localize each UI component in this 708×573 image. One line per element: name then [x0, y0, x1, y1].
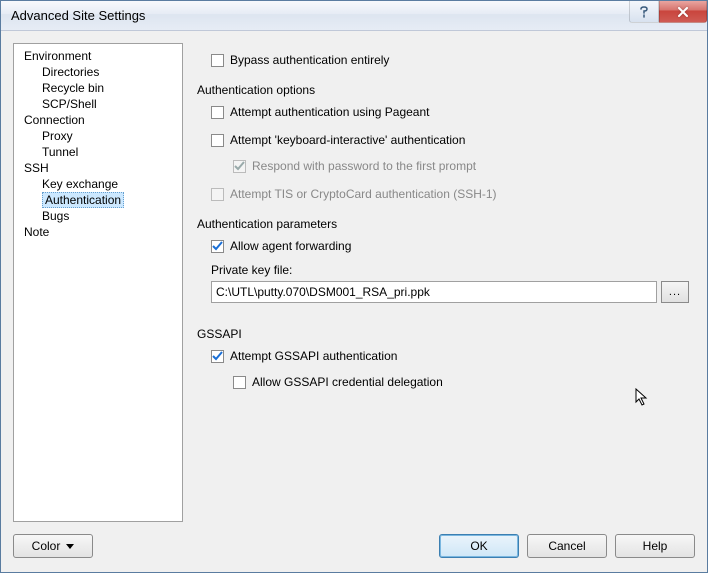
- kbi-label: Attempt 'keyboard-interactive' authentic…: [230, 133, 465, 147]
- agent-fwd-row: Allow agent forwarding: [211, 237, 689, 255]
- tree-item-recycle[interactable]: Recycle bin: [16, 80, 180, 96]
- titlebar: Advanced Site Settings: [1, 1, 707, 31]
- dialog-body: Environment Directories Recycle bin SCP/…: [1, 31, 707, 572]
- color-button-label: Color: [32, 539, 61, 553]
- kbi-row: Attempt 'keyboard-interactive' authentic…: [211, 131, 689, 149]
- dialog-window: Advanced Site Settings Environment Direc…: [0, 0, 708, 573]
- auth-params-group: Authentication parameters Allow agent fo…: [197, 217, 689, 303]
- private-key-input[interactable]: [211, 281, 657, 303]
- tree-item-kex[interactable]: Key exchange: [16, 176, 180, 192]
- caret-down-icon: [66, 544, 74, 549]
- tis-row: Attempt TIS or CryptoCard authentication…: [211, 185, 689, 203]
- help-button[interactable]: Help: [615, 534, 695, 558]
- tis-checkbox: [211, 188, 224, 201]
- tree-item-scp[interactable]: SCP/Shell: [16, 96, 180, 112]
- respond-label: Respond with password to the first promp…: [252, 159, 476, 173]
- pk-input-row: ...: [211, 281, 689, 303]
- bypass-row: Bypass authentication entirely: [197, 51, 689, 69]
- tis-label: Attempt TIS or CryptoCard authentication…: [230, 187, 497, 201]
- tree-item-environment[interactable]: Environment: [16, 48, 180, 64]
- tree-item-note[interactable]: Note: [16, 224, 180, 240]
- cancel-button[interactable]: Cancel: [527, 534, 607, 558]
- pageant-row: Attempt authentication using Pageant: [211, 103, 689, 121]
- browse-button[interactable]: ...: [661, 281, 689, 303]
- tree-item-tunnel[interactable]: Tunnel: [16, 144, 180, 160]
- pk-label: Private key file:: [211, 263, 689, 277]
- ok-button[interactable]: OK: [439, 534, 519, 558]
- gssapi-deleg-label: Allow GSSAPI credential delegation: [252, 375, 443, 389]
- help-icon: [639, 6, 649, 18]
- close-icon: [677, 7, 689, 17]
- tree-item-proxy[interactable]: Proxy: [16, 128, 180, 144]
- help-button-label: Help: [643, 539, 668, 553]
- cancel-button-label: Cancel: [548, 539, 585, 553]
- agent-fwd-label: Allow agent forwarding: [230, 239, 351, 253]
- bypass-label: Bypass authentication entirely: [230, 53, 389, 67]
- bypass-checkbox[interactable]: [211, 54, 224, 67]
- pageant-label: Attempt authentication using Pageant: [230, 105, 429, 119]
- auth-options-group: Authentication options Attempt authentic…: [197, 83, 689, 203]
- tree-item-bugs[interactable]: Bugs: [16, 208, 180, 224]
- respond-checkbox: [233, 160, 246, 173]
- gssapi-title: GSSAPI: [197, 327, 689, 341]
- respond-row: Respond with password to the first promp…: [211, 157, 689, 175]
- bottom-bar: Color OK Cancel Help: [13, 522, 695, 562]
- gssapi-attempt-row: Attempt GSSAPI authentication: [211, 347, 689, 365]
- tree-item-authentication[interactable]: Authentication: [16, 192, 180, 208]
- auth-params-title: Authentication parameters: [197, 217, 689, 231]
- agent-fwd-checkbox[interactable]: [211, 240, 224, 253]
- kbi-checkbox[interactable]: [211, 134, 224, 147]
- tree-item-directories[interactable]: Directories: [16, 64, 180, 80]
- window-title: Advanced Site Settings: [11, 8, 145, 23]
- cursor-icon: [635, 388, 649, 408]
- nav-tree[interactable]: Environment Directories Recycle bin SCP/…: [13, 43, 183, 522]
- titlebar-controls: [629, 1, 707, 23]
- main-row: Environment Directories Recycle bin SCP/…: [13, 43, 695, 522]
- browse-button-label: ...: [669, 286, 681, 298]
- titlebar-help-button[interactable]: [629, 1, 659, 23]
- gssapi-deleg-checkbox[interactable]: [233, 376, 246, 389]
- ok-button-label: OK: [470, 539, 487, 553]
- color-button[interactable]: Color: [13, 534, 93, 558]
- tree-item-ssh[interactable]: SSH: [16, 160, 180, 176]
- gssapi-attempt-label: Attempt GSSAPI authentication: [230, 349, 397, 363]
- tree-item-connection[interactable]: Connection: [16, 112, 180, 128]
- pageant-checkbox[interactable]: [211, 106, 224, 119]
- gssapi-deleg-row: Allow GSSAPI credential delegation: [211, 373, 689, 391]
- titlebar-close-button[interactable]: [659, 1, 707, 23]
- auth-options-title: Authentication options: [197, 83, 689, 97]
- gssapi-group: GSSAPI Attempt GSSAPI authentication All…: [197, 327, 689, 391]
- gssapi-attempt-checkbox[interactable]: [211, 350, 224, 363]
- content-panel: Bypass authentication entirely Authentic…: [195, 43, 695, 522]
